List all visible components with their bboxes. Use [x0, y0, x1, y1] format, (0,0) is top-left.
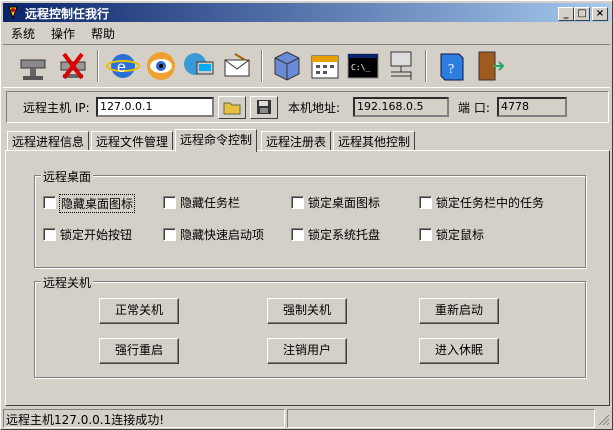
calendar-icon[interactable]	[307, 48, 343, 84]
tab-panel: 远程桌面 隐藏桌面图标 隐藏任务栏 锁定桌面图标 锁定任务栏中的任务 锁定开始按…	[5, 150, 610, 406]
close-button[interactable]: ×	[592, 7, 608, 21]
connect-icon[interactable]	[15, 48, 51, 84]
normal-shutdown-button[interactable]: 正常关机	[99, 298, 179, 324]
status-panel	[287, 409, 595, 428]
maximize-button[interactable]: □	[574, 7, 590, 21]
tab-process-info[interactable]: 远程进程信息	[7, 131, 90, 151]
message-icon[interactable]	[219, 48, 255, 84]
menu-help[interactable]: 帮助	[91, 25, 115, 42]
network-tree-icon[interactable]	[383, 48, 419, 84]
tab-file-manager[interactable]: 远程文件管理	[91, 131, 174, 151]
menu-operation[interactable]: 操作	[51, 25, 75, 42]
menu-bar: 系统 操作 帮助	[3, 23, 610, 42]
local-ip-label: 本机地址:	[288, 101, 341, 115]
tab-strip: 远程进程信息 远程文件管理 远程命令控制 远程注册表 远程其他控制	[5, 129, 610, 152]
app-icon	[8, 6, 18, 20]
exit-door-icon[interactable]	[471, 48, 507, 84]
minimize-button[interactable]: _	[558, 7, 574, 21]
toolbar: e C:\_ ?	[3, 44, 610, 88]
address-bar: 远程主机 IP: 127.0.0.1 本机地址: 192.168.0.5 端 口…	[6, 91, 609, 123]
tab-other-control[interactable]: 远程其他控制	[333, 131, 416, 151]
resize-grip-icon[interactable]	[597, 413, 610, 426]
status-text: 远程主机127.0.0.1连接成功!	[3, 409, 285, 428]
logoff-user-button[interactable]: 注销用户	[267, 338, 347, 364]
restart-button[interactable]: 重新启动	[419, 298, 499, 324]
remote-ip-label: 远程主机 IP:	[23, 101, 90, 115]
floppy-disk-icon	[257, 100, 271, 114]
menu-system[interactable]: 系统	[11, 25, 35, 42]
ie-browser-icon[interactable]: e	[105, 48, 141, 84]
save-button[interactable]	[250, 96, 278, 119]
toolbar-separator	[97, 50, 99, 82]
svg-text:?: ?	[448, 62, 454, 77]
remote-ip-input[interactable]: 127.0.0.1	[96, 97, 214, 117]
force-shutdown-button[interactable]: 强制关机	[267, 298, 347, 324]
command-prompt-icon[interactable]: C:\_	[345, 48, 381, 84]
folder-open-icon	[223, 102, 241, 115]
svg-text:C:\_: C:\_	[351, 63, 370, 72]
remote-shutdown-title: 远程关机	[41, 274, 94, 291]
network-icon[interactable]	[181, 48, 217, 84]
svg-text:e: e	[117, 59, 126, 76]
toolbar-separator	[425, 50, 427, 82]
open-folder-button[interactable]	[218, 96, 246, 119]
help-book-icon[interactable]: ?	[433, 48, 469, 84]
hibernate-button[interactable]: 进入休眠	[419, 338, 499, 364]
cube-tools-icon[interactable]	[269, 48, 305, 84]
remote-desktop-title: 远程桌面	[41, 168, 94, 185]
remote-shutdown-group: 远程关机 正常关机 强制关机 重新启动 强行重启 注销用户 进入休眠	[34, 274, 586, 378]
eye-view-icon[interactable]	[143, 48, 179, 84]
tab-command-control[interactable]: 远程命令控制	[175, 129, 258, 152]
port-field: 4778	[497, 97, 567, 117]
main-window: 远程控制任我行 _ □ × 系统 操作 帮助 e C:\_ ? 远程主机 IP:…	[0, 0, 613, 430]
window-title: 远程控制任我行	[25, 7, 110, 21]
tab-registry[interactable]: 远程注册表	[261, 131, 332, 151]
remote-desktop-group: 远程桌面 隐藏桌面图标 隐藏任务栏 锁定桌面图标 锁定任务栏中的任务 锁定开始按…	[34, 168, 586, 268]
port-label: 端 口:	[458, 101, 490, 115]
disconnect-icon[interactable]	[55, 48, 91, 84]
title-bar[interactable]: 远程控制任我行 _ □ ×	[3, 3, 610, 22]
local-ip-field: 192.168.0.5	[353, 97, 449, 117]
status-bar: 远程主机127.0.0.1连接成功!	[3, 409, 612, 428]
force-restart-button[interactable]: 强行重启	[99, 338, 179, 364]
toolbar-separator	[261, 50, 263, 82]
